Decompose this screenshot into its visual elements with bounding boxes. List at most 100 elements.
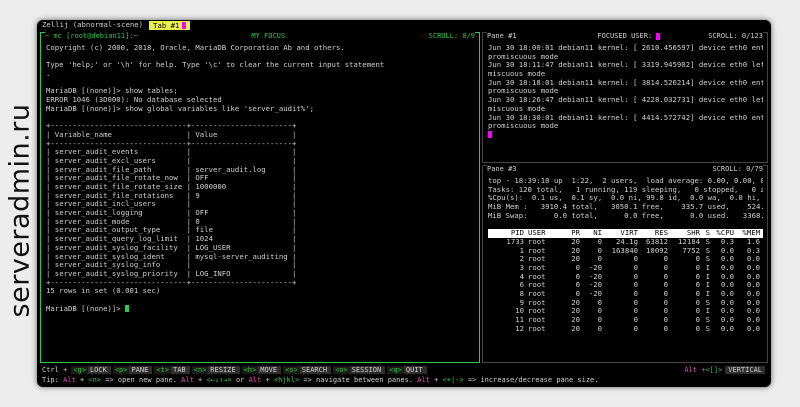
variable-name: server_audit_file_rotate_size [54,182,183,191]
process-cell: 12 [515,323,524,333]
vertical-mode[interactable]: Alt + <[]> VERTICAL [684,365,765,375]
key-shortcut: <o> [333,365,350,375]
pane-kernel-log-content: Jun 30 18:00:01 debian11 kernel: [ 2610.… [488,44,763,159]
tip-text: => open new pane. [101,376,182,384]
key-label: SESSION [349,365,386,375]
prompt[interactable]: MariaDB [(none)]> [46,304,125,313]
variable-value: mysql-server_auditing [195,251,288,261]
result-line: 15 rows in set (0.001 sec) [46,286,161,296]
tip-text: Tip: [42,376,64,384]
key-shortcut: <p> [112,365,130,375]
pane-top[interactable]: Pane #3 SCROLL: 0/79 top - 18:39:10 up 1… [482,165,768,363]
variable-value: LOG_USER [195,242,231,252]
watermark-text: serveradmin.ru [4,103,36,317]
key-shortcut: <h> [241,365,259,375]
watermark: serveradmin.ru [2,95,38,325]
variable-value: OFF [195,173,209,183]
process-cell: 0 [633,280,638,290]
process-cell: 0 [633,271,638,281]
pane-mariadb-content: Copyright (c) 2000, 2018, Oracle, MariaD… [46,44,475,359]
tip-text: + [75,376,89,384]
variable-value: 1024 [195,234,213,244]
key-label: SEARCH [299,365,332,375]
tip-alt: Alt [63,376,76,384]
variable-name: server_audit_output_type [54,225,161,235]
process-row: 12 root 20 0 0 0 0 S 0.0 0.0 [488,323,763,334]
tip-key: <n> [88,376,102,384]
variable-name: server_audit_query_log_limit [54,234,178,244]
alt-prefix: Alt + [684,365,706,374]
key-shortcut: <s> [283,365,300,375]
pane-kernel-log-title: Pane #1 FOCUSED USER: SCROLL: 0/123 [487,32,763,41]
variable-value: LOG_INFO [195,268,231,278]
variable-value: server_audit.log [195,164,266,174]
key-label: RESIZE [208,365,240,375]
key-move[interactable]: <h> MOVE [241,365,282,375]
key-quit[interactable]: <q> QUIT [387,365,427,375]
process-cell: 0 [663,323,668,333]
process-cell: 6 [519,280,524,290]
pane-kernel-log[interactable]: Pane #1 FOCUSED USER: SCROLL: 0/123 Jun … [482,32,768,163]
pane-mariadb[interactable]: ~ mc [root@debian11]:~ MY FOCUS SCROLL: … [40,32,480,363]
key-shortcut: <n> [191,365,209,375]
key-search[interactable]: <s> SEARCH [283,365,332,375]
key-label: LOCK [87,365,111,375]
pane-kernel-log-scroll: SCROLL: 0/123 [708,32,763,40]
key-label: PANE [129,365,153,375]
process-cell: 0 [633,288,638,298]
process-cell: S [705,323,710,333]
variable-name: server_audit_syslog_info [54,260,161,270]
pane-top-title-left: Pane #3 [487,165,517,173]
variable-name: server_audit_file_rotations [54,190,174,200]
process-cell: 3 [519,262,524,272]
variable-name: server_audit_logging [54,208,143,218]
process-cell: 0 [633,315,638,324]
variable-value: 9 [195,190,200,200]
text-cursor [125,305,130,313]
key-label: TAB [170,365,190,375]
process-cell: 1733 [506,236,524,246]
tip-key: <+|-> [442,376,464,384]
process-cell: 0 [597,323,602,333]
process-cell: 2 [519,254,524,264]
tip-text: + [261,376,274,384]
process-cell: 8 [519,288,524,298]
terminal-window: Zellij (abnormal-scene) Tab #1 ~ mc [roo… [37,20,771,387]
key-shortcut: <g> [71,365,88,375]
pane-mariadb-title-left: ~ mc [root@debian11]:~ [45,32,138,40]
variable-value: OFF [195,208,209,218]
tip-text: or [231,376,249,384]
table-header-row: | Variable_name | Value | [46,129,297,139]
key-resize[interactable]: <n> RESIZE [191,365,240,375]
tab-label: Tab #1 [153,21,180,30]
process-cell: 0.0 [746,323,760,333]
pane-top-title: Pane #3 SCROLL: 0/79 [487,165,763,174]
output-line: Copyright (c) 2000, 2018, Oracle, MariaD… [46,44,345,52]
pane-mariadb-title-mid: MY FOCUS [251,32,286,40]
session-bar: Zellij (abnormal-scene) Tab #1 [37,20,771,31]
prompt-line: MariaDB [(none)]> [46,304,475,314]
key-pane[interactable]: <p> PANE [112,365,153,375]
process-cell: 0 [633,254,638,264]
process-cell: 0 [633,323,638,333]
key-label: QUIT [403,365,427,375]
ctrl-label: Ctrl + [42,365,68,374]
variable-name: server_audit_syslog_ident [54,251,165,261]
key-lock[interactable]: <g> LOCK [71,365,111,375]
output-line: MariaDB [(none)]> show global variables … [46,103,314,113]
variable-value: file [195,225,213,235]
pane-top-scroll: SCROLL: 0/79 [712,165,763,173]
pane-cursor [488,131,492,139]
key-session[interactable]: <o> SESSION [333,365,386,375]
process-cell: 0 [633,297,638,307]
process-cell: 0 [633,306,638,316]
tip-key: <←↓↑→> [206,376,232,384]
output-line: . [46,69,51,79]
tip-key: <hjkl> [273,376,300,384]
vertical-label: VERTICAL [725,365,765,375]
key-tab[interactable]: <t> TAB [154,365,190,375]
pane-top-content: top - 18:39:10 up 1:22, 2 users, load av… [488,177,763,359]
tab-1[interactable]: Tab #1 [149,21,191,30]
tip-text: => navigate between panes. [299,376,418,384]
variable-name: server_audit_events [54,147,139,157]
